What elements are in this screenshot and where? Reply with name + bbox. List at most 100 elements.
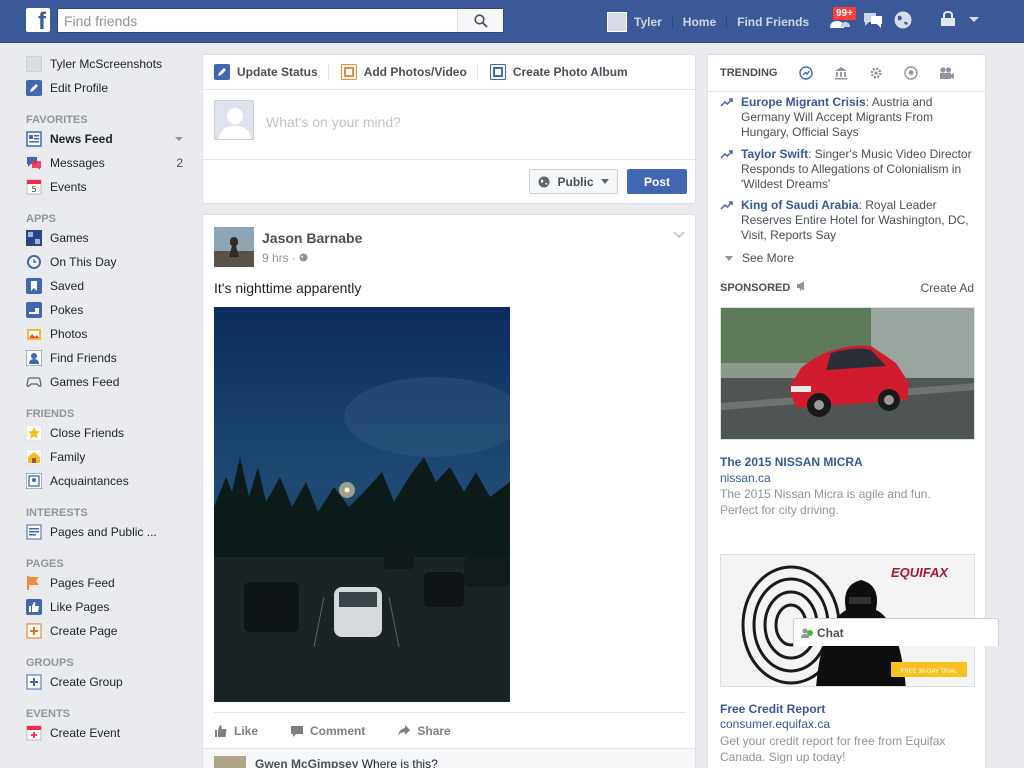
trending-item[interactable]: King of Saudi Arabia: Royal Leader Reser… xyxy=(720,198,976,243)
post-time-label: 9 hrs xyxy=(262,251,289,265)
ad-url-link[interactable]: nissan.ca xyxy=(720,471,771,485)
trending-up-icon xyxy=(720,201,733,210)
tab-update-status[interactable]: Update Status xyxy=(214,64,318,80)
messages-icon[interactable] xyxy=(862,10,884,30)
online-status-dot xyxy=(807,629,813,636)
tab-create-album[interactable]: Create Photo Album xyxy=(489,64,628,80)
account-menu-chevron-icon[interactable] xyxy=(968,16,980,24)
tab-divider xyxy=(476,64,478,80)
comment-button[interactable]: Comment xyxy=(290,724,365,738)
ad-title-link[interactable]: The 2015 NISSAN MICRA xyxy=(720,455,863,469)
sidebar-item-create-page[interactable]: Create Page xyxy=(26,619,191,643)
profile-link[interactable]: Tyler xyxy=(634,15,672,29)
acquaintances-icon xyxy=(26,473,42,489)
trending-title: TRENDING xyxy=(720,67,778,79)
trending-text: Europe Migrant Crisis: Austria and Germa… xyxy=(720,95,976,140)
sidebar-item-family[interactable]: Family xyxy=(26,445,191,469)
sidebar-item-games-feed[interactable]: Games Feed xyxy=(26,370,191,394)
post-actions: Like Comment Share xyxy=(214,712,686,749)
trending-topic-link[interactable]: Taylor Swift xyxy=(741,147,808,161)
post-options-chevron-icon[interactable] xyxy=(673,231,685,239)
facebook-logo[interactable]: f xyxy=(26,8,50,32)
section-heading-favorites: FAVORITES xyxy=(26,114,88,126)
see-more-label: See More xyxy=(742,251,795,265)
trending-item[interactable]: Europe Migrant Crisis: Austria and Germa… xyxy=(720,95,976,140)
post-timestamp[interactable]: 9 hrs · xyxy=(262,251,308,265)
sidebar-item-pokes[interactable]: Pokes xyxy=(26,298,191,322)
privacy-selector[interactable]: Public xyxy=(529,169,618,194)
commenter-avatar[interactable] xyxy=(214,756,246,768)
sidebar-item-close-friends[interactable]: Close Friends xyxy=(26,421,191,445)
sidebar-item-news-feed[interactable]: News Feed xyxy=(26,127,191,151)
privacy-label: Public xyxy=(557,174,594,189)
science-gear-icon[interactable] xyxy=(869,66,883,80)
feed-story: Jason Barnabe 9 hrs · It's nighttime app… xyxy=(202,214,696,768)
see-more-link[interactable]: See More xyxy=(725,251,794,265)
sidebar-item-acquaintances[interactable]: Acquaintances xyxy=(26,469,191,493)
sidebar-item-label: Pages Feed xyxy=(50,576,115,590)
politics-building-icon[interactable] xyxy=(834,66,848,80)
section-heading-pages: PAGES xyxy=(26,558,64,570)
sidebar-item-messages[interactable]: Messages 2 xyxy=(26,151,191,175)
like-button[interactable]: Like xyxy=(214,724,258,738)
sidebar-item-find-friends[interactable]: Find Friends xyxy=(26,346,191,370)
caret-down-icon[interactable] xyxy=(175,137,183,141)
tab-add-photos[interactable]: Add Photos/Video xyxy=(340,64,467,80)
search-input[interactable] xyxy=(58,9,458,32)
sidebar-item-on-this-day[interactable]: On This Day xyxy=(26,250,191,274)
sidebar-item-games[interactable]: Games xyxy=(26,226,191,250)
post-button[interactable]: Post xyxy=(627,169,687,194)
sidebar-item-label: Pokes xyxy=(50,303,84,317)
privacy-shortcuts-icon[interactable] xyxy=(940,10,956,28)
status-composer: Update Status Add Photos/Video Create Ph… xyxy=(202,54,696,204)
tab-label: Add Photos/Video xyxy=(363,65,467,79)
camera-icon xyxy=(340,64,357,80)
post-author-name[interactable]: Jason Barnabe xyxy=(262,230,362,246)
trending-text: King of Saudi Arabia: Royal Leader Reser… xyxy=(720,198,976,243)
notification-badge: 99+ xyxy=(832,6,857,21)
sports-ball-icon[interactable] xyxy=(904,66,919,80)
user-avatar[interactable] xyxy=(607,11,627,32)
sidebar-item-create-event[interactable]: Create Event xyxy=(26,721,191,745)
find-friends-link[interactable]: Find Friends xyxy=(737,15,819,29)
notifications-globe-icon[interactable] xyxy=(893,10,913,30)
trending-arrow-circle-icon[interactable] xyxy=(799,66,814,80)
status-input[interactable]: What's on your mind? xyxy=(266,114,401,130)
composer-footer: Public Post xyxy=(529,169,687,194)
ad-url-link[interactable]: consumer.equifax.ca xyxy=(720,717,830,731)
section-heading-interests: INTERESTS xyxy=(26,507,88,519)
ad-title-link[interactable]: Free Credit Report xyxy=(720,702,825,716)
composer-avatar xyxy=(214,100,254,140)
sidebar-item-label: Create Event xyxy=(50,726,121,740)
trending-item[interactable]: Taylor Swift: Singer's Music Video Direc… xyxy=(720,147,976,192)
nissan-ad-image[interactable] xyxy=(720,307,975,440)
sidebar-item-pages-public[interactable]: Pages and Public ... xyxy=(26,520,191,544)
composer-tabs: Update Status Add Photos/Video Create Ph… xyxy=(203,55,695,90)
sidebar-item-saved[interactable]: Saved xyxy=(26,274,191,298)
sidebar-item-events[interactable]: 5 Events xyxy=(26,175,191,199)
photo-album-icon xyxy=(489,64,506,80)
home-link[interactable]: Home xyxy=(683,15,726,29)
sidebar-item-create-group[interactable]: Create Group xyxy=(26,670,191,694)
red-car-photo xyxy=(721,308,974,439)
create-ad-link[interactable]: Create Ad xyxy=(921,281,974,295)
sidebar-item-edit-profile[interactable]: Edit Profile xyxy=(26,76,191,100)
sidebar-item-label: Acquaintances xyxy=(50,474,129,488)
chat-tab[interactable]: Chat xyxy=(793,618,999,646)
entertainment-camera-icon[interactable] xyxy=(939,66,955,80)
commenter-name[interactable]: Gwen McGimpsey xyxy=(255,757,358,768)
sidebar-item-photos[interactable]: Photos xyxy=(26,322,191,346)
sidebar-item-pages-feed[interactable]: Pages Feed xyxy=(26,571,191,595)
sidebar-item-like-pages[interactable]: Like Pages xyxy=(26,595,191,619)
create-group-icon xyxy=(26,674,42,690)
comment-bubble-icon xyxy=(291,726,304,737)
composer-body[interactable]: What's on your mind? xyxy=(203,90,695,160)
trending-topic-link[interactable]: King of Saudi Arabia xyxy=(741,198,859,212)
share-button[interactable]: Share xyxy=(397,724,451,738)
post-photo[interactable] xyxy=(214,307,510,702)
author-avatar[interactable] xyxy=(214,227,254,267)
megaphone-icon xyxy=(797,281,805,292)
trending-topic-link[interactable]: Europe Migrant Crisis xyxy=(741,95,866,109)
search-button[interactable] xyxy=(457,9,503,32)
sidebar-item-profile[interactable]: Tyler McScreenshots xyxy=(26,52,191,76)
